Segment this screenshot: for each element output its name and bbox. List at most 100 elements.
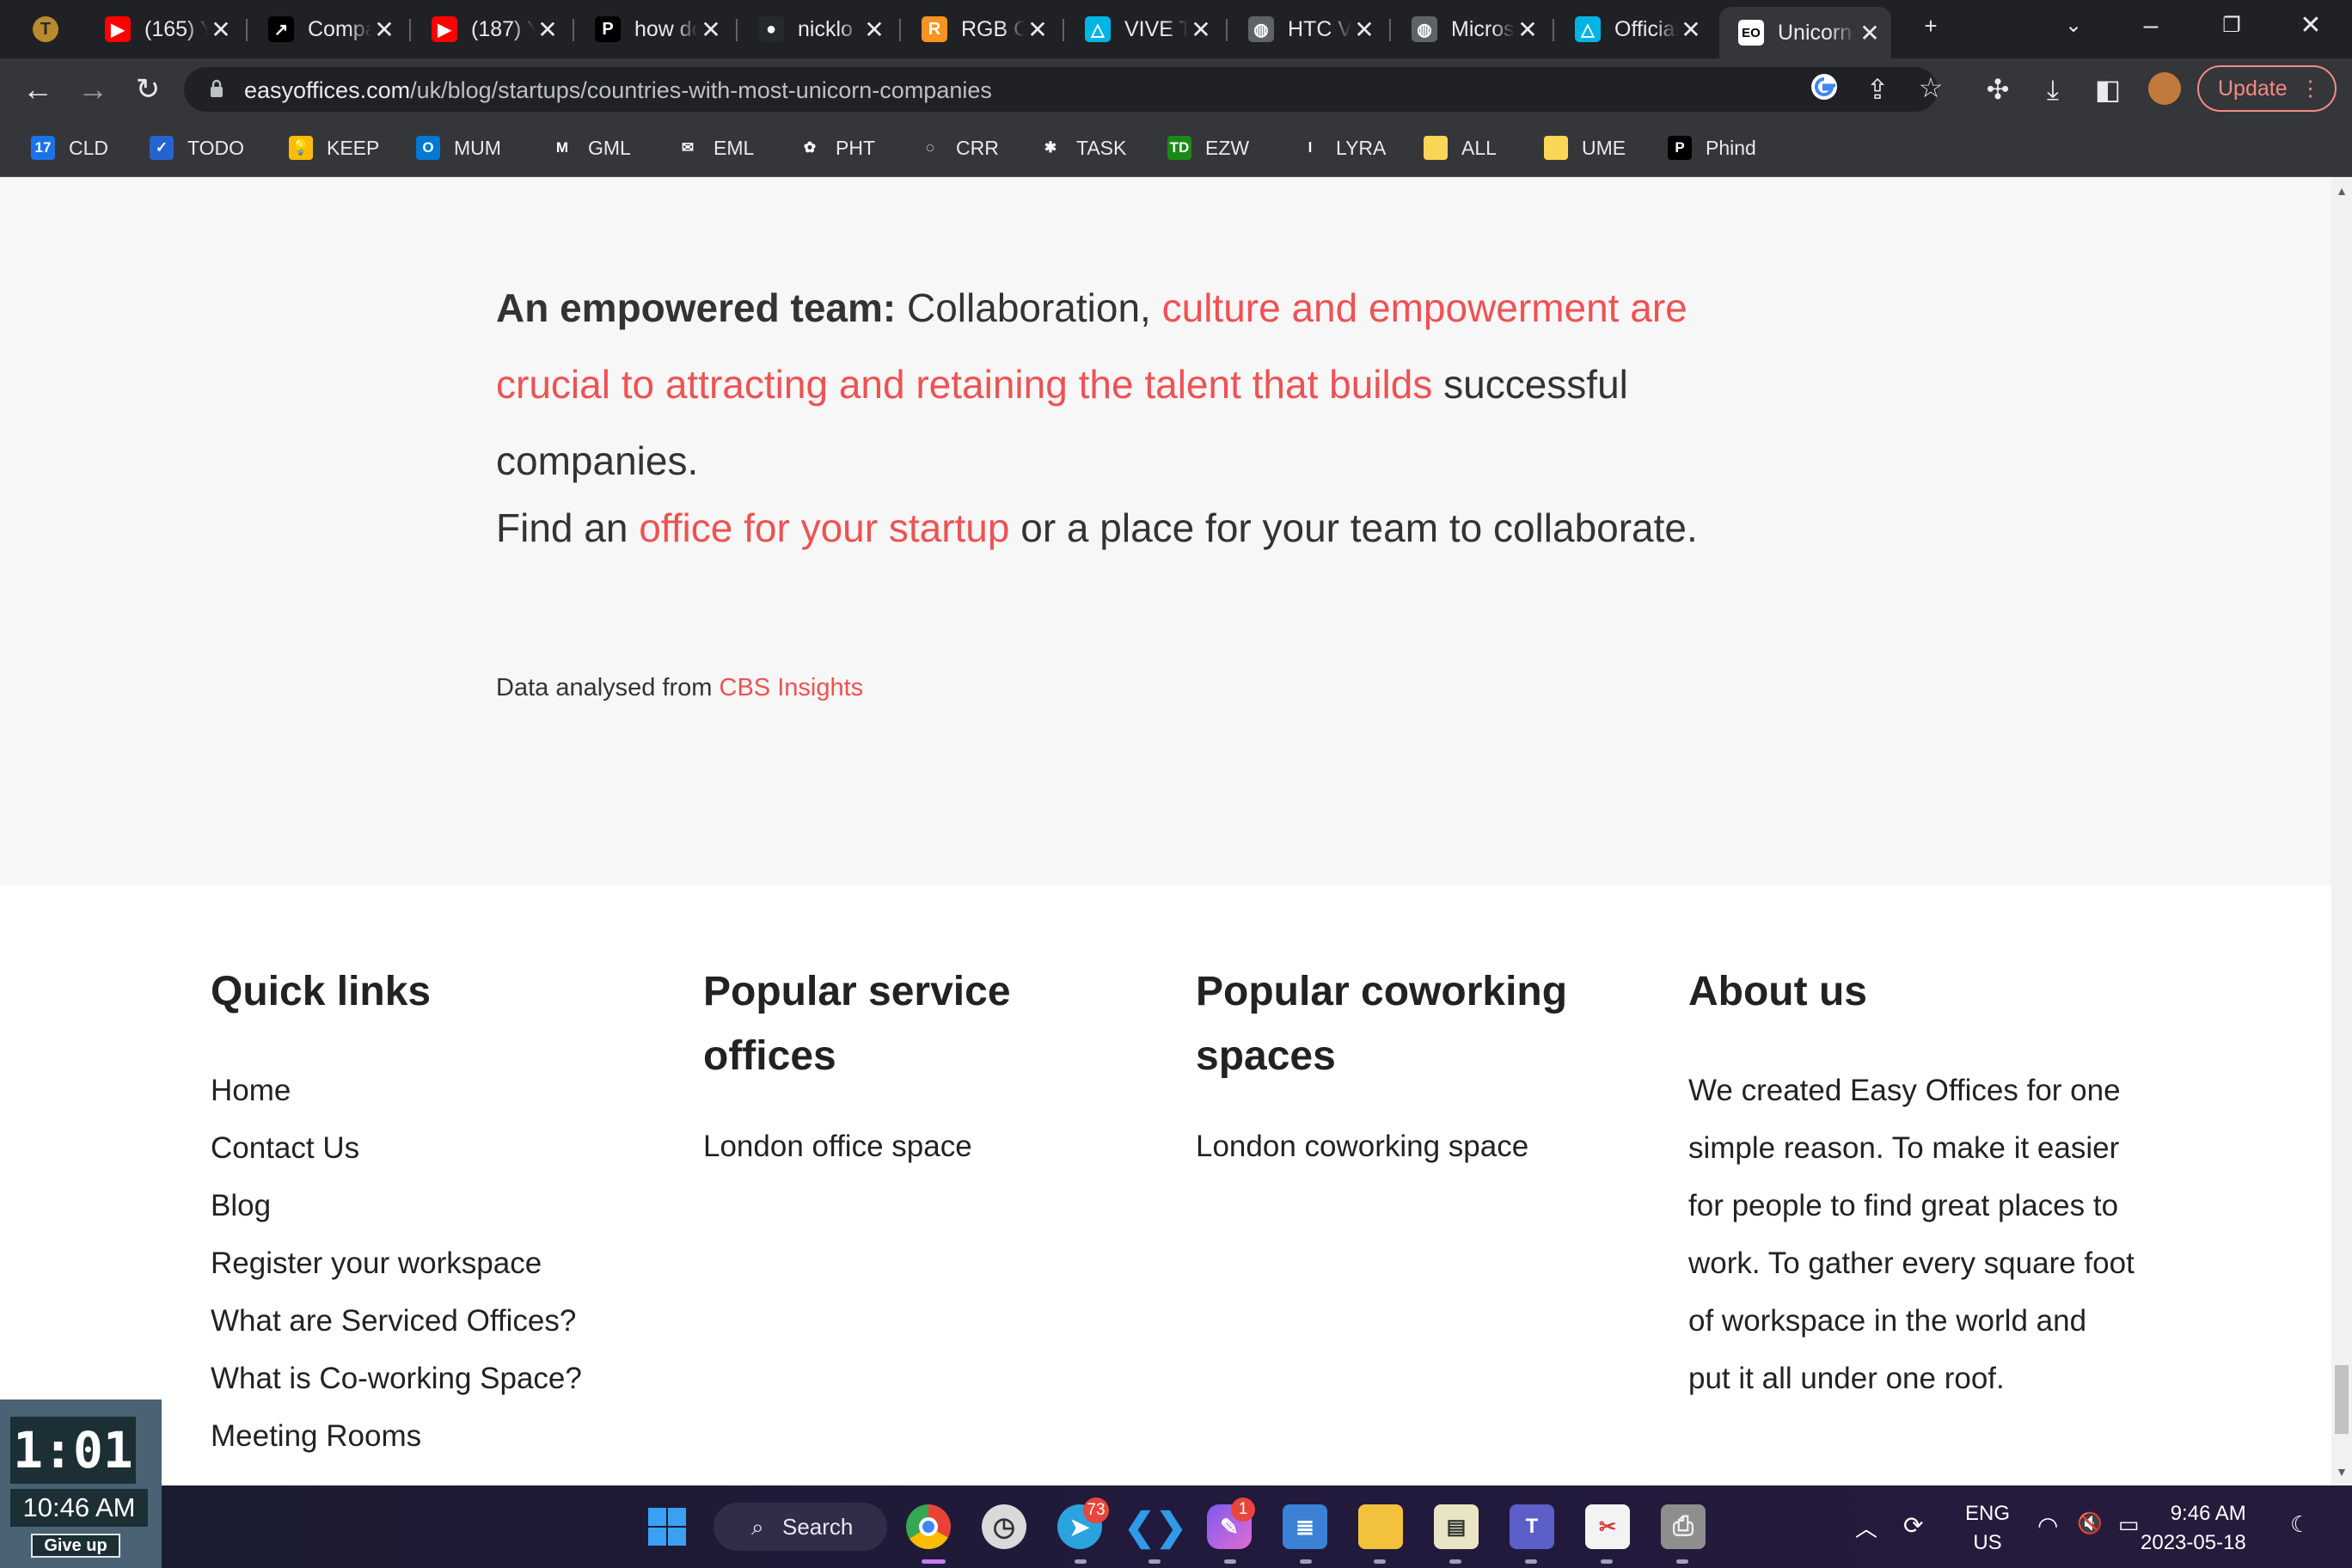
tab-1[interactable]: ▶ (165) YouTube✕ (86, 7, 242, 52)
language-indicator[interactable]: ENG US (1965, 1499, 2010, 1558)
minimize-icon[interactable]: – (2125, 9, 2177, 43)
tab-8[interactable]: ◍ HTC Vive✕ (1229, 7, 1386, 52)
address-bar[interactable]: easyoffices.com/uk/blog/startups/countri… (184, 67, 1943, 112)
copilot-indicator (1224, 1559, 1236, 1564)
footer-link[interactable]: Blog (211, 1177, 675, 1234)
page-scrollbar[interactable]: ▲ ▼ (2331, 177, 2352, 1485)
download-icon[interactable]: ⤓ (2036, 72, 2070, 107)
office-startup-link[interactable]: office for your startup (639, 505, 1009, 550)
file-explorer-icon[interactable] (1358, 1504, 1403, 1549)
bookmark-ezw[interactable]: TD EZW (1167, 131, 1249, 165)
notifications-moon-icon[interactable]: ☾ (2290, 1511, 2310, 1538)
tab-3[interactable]: ▶ (187) YouTube✕ (413, 7, 569, 52)
reload-icon[interactable]: ↻ (129, 70, 167, 108)
footer-link[interactable]: What are Serviced Offices? (211, 1292, 675, 1350)
taskbar-search[interactable]: ⌕ Search (714, 1503, 887, 1551)
tab-4[interactable]: Phow do ✕ (576, 7, 732, 52)
new-tab-button[interactable]: + (1905, 9, 1957, 43)
clock-app-icon[interactable]: ◷ (982, 1504, 1026, 1549)
teams-icon[interactable]: T (1510, 1504, 1554, 1549)
extensions-puzzle-icon[interactable]: ✣ (1981, 72, 2015, 107)
bookmark-all[interactable]: ALL (1424, 131, 1497, 165)
tab-2[interactable]: ↗ Compare✕ (249, 7, 406, 52)
footer-link[interactable]: London coworking space (1196, 1118, 1600, 1175)
tab-title: RGB Color (961, 16, 1025, 41)
tab-11[interactable]: EO Unicorn ✕ (1719, 7, 1891, 58)
tab-close-icon[interactable]: ✕ (371, 15, 397, 44)
back-arrow-icon[interactable]: ← (19, 70, 57, 108)
bookmark-star-icon[interactable]: ☆ (1914, 70, 1948, 105)
timer-clock: 10:46 AM (10, 1489, 148, 1527)
footer-link[interactable]: What is Co-working Space? (211, 1350, 675, 1407)
volume-muted-icon[interactable]: 🔇 (2077, 1511, 2103, 1536)
snipping-tool-icon[interactable]: ✂ (1585, 1504, 1630, 1549)
tab-close-icon[interactable]: ✕ (698, 15, 724, 44)
user-avatar-icon[interactable] (2147, 72, 2182, 107)
bookmark-mum[interactable]: O MUM (416, 131, 501, 165)
tab-close-icon[interactable]: ✕ (535, 15, 560, 44)
system-clock[interactable]: 9:46 AM 2023-05-18 (2141, 1499, 2246, 1558)
give-up-button[interactable]: Give up (31, 1534, 120, 1558)
footer-link[interactable]: Contact Us (211, 1119, 675, 1177)
tab-close-icon[interactable]: ✕ (208, 15, 234, 44)
close-window-icon[interactable]: ✕ (2285, 9, 2337, 43)
bookmark-crr[interactable]: ◌ CRR (918, 131, 999, 165)
tab-close-icon[interactable]: ✕ (1025, 15, 1050, 44)
bookmark-gml[interactable]: M GML (550, 131, 631, 165)
share-icon[interactable]: ⇪ (1860, 72, 1895, 107)
tab-5[interactable]: ● nicklo ✕ (739, 7, 896, 52)
footer-link[interactable]: Meeting Rooms (211, 1407, 675, 1465)
scrollbar-thumb[interactable] (2335, 1365, 2349, 1434)
restore-icon[interactable]: ❐ (2206, 9, 2257, 43)
bookmark-cld[interactable]: 17 CLD (31, 131, 108, 165)
sync-icon[interactable]: ⟳ (1903, 1511, 1923, 1540)
bookmark-todo[interactable]: ✓ TODO (150, 131, 244, 165)
bookmark-keep[interactable]: 💡 KEEP (289, 131, 379, 165)
tab-close-icon[interactable]: ✕ (1351, 15, 1377, 44)
footer-link[interactable]: Register your workspace (211, 1234, 675, 1292)
footer-link[interactable]: London office space (703, 1118, 1107, 1175)
google-icon[interactable] (1807, 72, 1841, 107)
tab-strip: T ▶(165) YouTube✕↗Compare✕▶(187) YouTube… (0, 0, 2352, 58)
tab-9[interactable]: ◍ Microsoft✕ (1393, 7, 1549, 52)
tab-title: (165) YouTube (144, 16, 208, 41)
wifi-icon[interactable]: ◠ (2037, 1511, 2058, 1540)
chrome-active-indicator (922, 1559, 946, 1564)
tab-close-icon[interactable]: ✕ (1678, 15, 1704, 44)
bookmark-ume[interactable]: UME (1544, 131, 1626, 165)
notepad-icon[interactable]: ≣ (1283, 1504, 1327, 1549)
vscode-icon[interactable]: ❮❯ (1124, 1504, 1187, 1549)
tab-10[interactable]: △ Official ✕ (1556, 7, 1712, 52)
forward-arrow-icon[interactable]: → (74, 70, 112, 108)
tray-overflow-chevron-icon[interactable]: ︿ (1855, 1511, 1877, 1543)
start-windows-icon[interactable] (645, 1504, 689, 1549)
tab-7[interactable]: △ VIVE Tracker✕ (1066, 7, 1222, 52)
scroll-up-arrow-icon[interactable]: ▲ (2335, 184, 2349, 198)
bookmark-lyra[interactable]: l LYRA (1298, 131, 1386, 165)
bookmark-eml[interactable]: ✉ EML (676, 131, 754, 165)
tab-close-icon[interactable]: ✕ (1857, 19, 1883, 47)
bookmark-label: TASK (1076, 136, 1127, 159)
bookmark-task[interactable]: ✱ TASK (1038, 131, 1126, 165)
footer-link[interactable]: Home (211, 1062, 675, 1119)
tab-search-chevron-icon[interactable]: ⌄ (2048, 9, 2099, 43)
bookmark-pht[interactable]: ✿ PHT (798, 131, 875, 165)
cbs-insights-link[interactable]: CBS Insights (720, 674, 864, 701)
youtube-icon: ▶ (105, 16, 131, 42)
tab-close-icon[interactable]: ✕ (1515, 15, 1540, 44)
tab-close-icon[interactable]: ✕ (1188, 15, 1214, 44)
tab-6[interactable]: R RGB Color✕ (903, 7, 1059, 52)
sticky-notes-icon[interactable]: ▤ (1434, 1504, 1479, 1549)
battery-icon[interactable]: ▭ (2118, 1511, 2140, 1538)
side-panel-icon[interactable]: ◧ (2091, 72, 2125, 107)
printer-app-icon[interactable]: ⎙ (1661, 1504, 1706, 1549)
profile-button[interactable]: T (21, 7, 72, 52)
tab-separator (246, 19, 248, 41)
update-button[interactable]: Update ⋮ (2197, 65, 2337, 112)
quick-links-column: Quick links Home Contact Us Blog Register y… (211, 885, 675, 1465)
bookmark-phind[interactable]: P Phind (1668, 131, 1756, 165)
scroll-down-arrow-icon[interactable]: ▼ (2335, 1465, 2349, 1479)
chrome-icon[interactable] (906, 1504, 951, 1549)
tab-separator (736, 19, 738, 41)
tab-close-icon[interactable]: ✕ (861, 15, 887, 44)
